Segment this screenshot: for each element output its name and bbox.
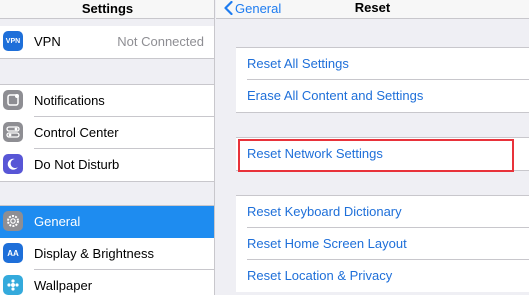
back-label: General (235, 0, 282, 16)
reset-option-label: Reset Keyboard Dictionary (247, 204, 402, 219)
sidebar-item-do-not-disturb[interactable]: Do Not Disturb (0, 149, 214, 181)
sidebar-header: Settings (0, 0, 214, 19)
reset-all-settings-button[interactable]: Reset All Settings (236, 48, 529, 80)
gear-icon (3, 211, 23, 231)
divider (236, 112, 529, 113)
reset-header: Reset General (216, 0, 529, 19)
sidebar-item-label: General (34, 214, 81, 229)
wallpaper-icon (3, 275, 23, 295)
sidebar-item-display-brightness[interactable]: AA Display & Brightness (0, 238, 214, 270)
sidebar-item-notifications[interactable]: Notifications (0, 85, 214, 117)
reset-option-label: Reset Home Screen Layout (247, 236, 407, 251)
reset-keyboard-dictionary-button[interactable]: Reset Keyboard Dictionary (236, 196, 529, 228)
erase-all-content-button[interactable]: Erase All Content and Settings (236, 80, 529, 112)
notifications-icon (3, 90, 23, 110)
divider (0, 58, 214, 59)
sidebar-item-general[interactable]: General (0, 206, 214, 238)
settings-sidebar: Settings VPN VPN Not Connected Notificat… (0, 0, 215, 295)
reset-option-label: Reset Location & Privacy (247, 268, 393, 283)
vpn-icon: VPN (3, 31, 23, 51)
highlight-box (238, 139, 514, 172)
sidebar-item-label: Do Not Disturb (34, 157, 120, 172)
sidebar-item-label: VPN (34, 34, 61, 49)
reset-pane: Reset General Reset All Settings Erase A… (216, 0, 529, 295)
sidebar-item-label: Display & Brightness (34, 246, 154, 261)
control-center-icon (3, 122, 23, 142)
sidebar-item-label: Control Center (34, 125, 119, 140)
display-icon: AA (3, 243, 23, 263)
sidebar-item-control-center[interactable]: Control Center (0, 117, 214, 149)
sidebar-item-label: Wallpaper (34, 278, 93, 293)
sidebar-title: Settings (81, 1, 134, 16)
sidebar-item-label: Notifications (34, 93, 105, 108)
back-button[interactable]: General (224, 0, 281, 16)
moon-icon (3, 154, 23, 174)
vpn-status: Not Connected (117, 34, 204, 49)
sidebar-item-wallpaper[interactable]: Wallpaper (0, 270, 214, 295)
sidebar-item-vpn[interactable]: VPN VPN Not Connected (0, 26, 214, 58)
reset-option-label: Erase All Content and Settings (247, 88, 424, 103)
chevron-left-icon (224, 1, 233, 15)
reset-option-label: Reset All Settings (247, 56, 349, 71)
reset-location-privacy-button[interactable]: Reset Location & Privacy (236, 260, 529, 292)
reset-home-screen-layout-button[interactable]: Reset Home Screen Layout (236, 228, 529, 260)
divider (0, 181, 214, 182)
